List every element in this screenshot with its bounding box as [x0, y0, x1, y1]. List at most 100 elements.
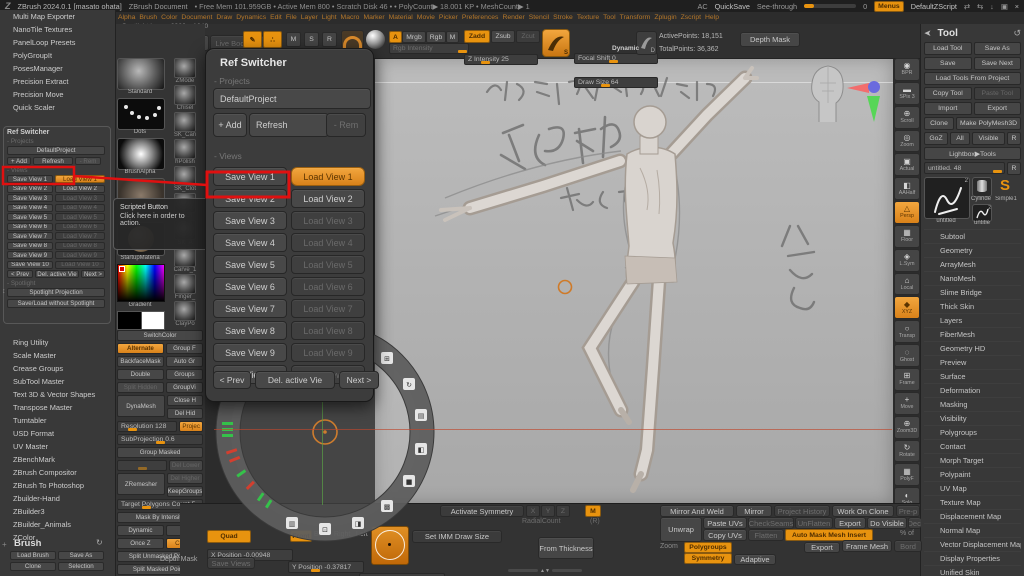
menu-item[interactable]: Color: [161, 14, 177, 21]
goz-r-button[interactable]: R: [1007, 132, 1021, 145]
shelf-tool-button[interactable]: ▦ Floor: [894, 225, 920, 248]
decimate-button[interactable]: Deci: [908, 517, 921, 529]
once-z-button[interactable]: Once Z: [117, 538, 164, 549]
z-intensity-slider[interactable]: Z Intensity 25: [464, 54, 538, 65]
load-view-button[interactable]: Load View 4: [291, 233, 365, 252]
document-canvas[interactable]: ちょっとパースの効いた 決め絵 だとして パース: [375, 58, 893, 505]
zplugin-item[interactable]: PanelLoop Presets: [0, 36, 115, 49]
load-view-button[interactable]: Load View 8: [291, 321, 365, 340]
dynamic-label[interactable]: Dynamic: [612, 45, 639, 52]
save-view-button[interactable]: Save View 1: [213, 167, 287, 186]
shelf-tool-button[interactable]: ↻ Rotate: [894, 440, 920, 463]
zplugin-item[interactable]: ZBrush Compositor: [0, 466, 115, 479]
dynamic-button[interactable]: Dynamic: [117, 525, 164, 536]
tool-section-item[interactable]: Subtool: [924, 229, 1021, 243]
doc-swap-icon[interactable]: ⇆: [977, 2, 983, 11]
save-view-button[interactable]: Save View 8: [213, 321, 287, 340]
next-button[interactable]: Next >: [81, 270, 105, 278]
active-tool-thumb[interactable]: 2: [924, 177, 970, 219]
project-name-button[interactable]: DefaultProject: [7, 146, 105, 155]
save-view-button[interactable]: Save View 5: [213, 255, 287, 274]
flatten-button[interactable]: Flatten: [748, 529, 784, 541]
lightbox-tools-button[interactable]: Lightbox▶Tools: [924, 147, 1021, 160]
load-view-button[interactable]: Load View 4: [55, 204, 105, 212]
tool-section-item[interactable]: Geometry HD: [924, 341, 1021, 355]
goz-visible-button[interactable]: Visible: [972, 132, 1005, 145]
save-view-button[interactable]: Save View 9: [7, 251, 53, 259]
load-view-button[interactable]: Load View 3: [55, 194, 105, 202]
alpha-chip[interactable]: A: [389, 31, 402, 43]
zplugin-item[interactable]: SubTool Master: [0, 375, 115, 388]
alternate-button[interactable]: Alternate: [117, 343, 164, 354]
load-view-button[interactable]: Load View 7: [291, 299, 365, 318]
camera-head-preview[interactable]: [795, 60, 891, 126]
zcut-button[interactable]: Zcut: [516, 30, 540, 43]
tool-section-item[interactable]: Polypaint: [924, 467, 1021, 481]
shelf-tool-button[interactable]: ◎ Zoom: [894, 130, 920, 153]
goz-button[interactable]: GoZ: [924, 132, 948, 145]
zplugin-item[interactable]: Precision Extract: [0, 75, 115, 88]
menu-item[interactable]: Draw: [216, 14, 232, 21]
load-brush-button[interactable]: Load Brush: [10, 551, 56, 560]
close-icon[interactable]: ×: [1015, 2, 1019, 11]
mirror-button[interactable]: Mirror: [736, 505, 772, 517]
save-view-button[interactable]: Save View 3: [7, 194, 53, 202]
brush-thumb-dots[interactable]: [117, 98, 165, 130]
load-view-button[interactable]: Load View 1: [291, 167, 365, 186]
popup-rem-button[interactable]: - Rem: [326, 113, 366, 137]
popup-refresh-button[interactable]: Refresh: [249, 113, 329, 137]
zplugin-item[interactable]: ZBenchMark: [0, 453, 115, 466]
scale-gizmo-button[interactable]: S: [304, 32, 319, 47]
dynamesh-button[interactable]: DynaMesh: [117, 395, 165, 417]
brush-palette-drag-icon[interactable]: +: [2, 540, 7, 549]
load-view-button[interactable]: Load View 5: [291, 255, 365, 274]
resolution-slider[interactable]: Resolution 128: [117, 421, 177, 432]
menu-item[interactable]: Marker: [363, 14, 384, 21]
menu-item[interactable]: Edit: [270, 14, 282, 21]
copy-tool-button[interactable]: Copy Tool: [924, 87, 972, 100]
brush-mini-thumb[interactable]: SK_Can: [167, 112, 203, 138]
restore-icon[interactable]: ▣: [1001, 2, 1008, 11]
shelf-tool-button[interactable]: + Move: [894, 392, 920, 415]
quicksave-button[interactable]: QuickSave: [715, 2, 750, 11]
brush-mini-thumb[interactable]: SK_Clot: [167, 166, 203, 192]
save-view-button[interactable]: Save View 2: [7, 185, 53, 193]
menu-item[interactable]: Zscript: [681, 14, 701, 21]
default-zscript-button[interactable]: DefaultZScript: [911, 2, 957, 11]
menu-item[interactable]: File: [286, 14, 297, 21]
work-on-clone-button[interactable]: Work On Clone: [832, 505, 894, 517]
rgb-intensity-slider[interactable]: Rgb Intensity: [389, 43, 469, 54]
copy-uvs-button[interactable]: Copy UVs: [703, 529, 747, 541]
make-polymesh3d-button[interactable]: Make PolyMesh3D: [956, 117, 1021, 130]
save-view-button[interactable]: Save View 9: [213, 343, 287, 362]
zplugin-item[interactable]: Multi Map Exporter: [0, 10, 115, 23]
clone-tool-button[interactable]: Clone: [924, 117, 954, 130]
shelf-tool-button[interactable]: ◈ L.Sym: [894, 249, 920, 272]
save-view-button[interactable]: Save View 6: [213, 277, 287, 296]
tool-section-item[interactable]: Slime Bridge: [924, 285, 1021, 299]
move-gizmo-button[interactable]: M: [286, 32, 301, 47]
border-button[interactable]: Bord: [894, 540, 922, 552]
popup-add-button[interactable]: + Add: [213, 113, 247, 137]
menu-item[interactable]: Brush: [139, 14, 157, 21]
zplugin-item[interactable]: Transpose Master: [0, 401, 115, 414]
zplugin-item[interactable]: Ring Utility: [0, 336, 115, 349]
zplugin-item[interactable]: Scale Master: [0, 349, 115, 362]
zplugin-item[interactable]: Turntabler: [0, 414, 115, 427]
polygroups-button[interactable]: Polygroups: [684, 542, 732, 553]
load-view-button[interactable]: Load View 6: [291, 277, 365, 296]
shelf-tool-button[interactable]: ◧ AAHalf: [894, 177, 920, 200]
shelf-tool-button[interactable]: △ Persp: [894, 201, 920, 224]
switchcolor-button[interactable]: SwitchColor: [117, 330, 203, 341]
depth-mask-button[interactable]: Depth Mask: [740, 32, 800, 47]
brush-palette-cycle-icon[interactable]: ↻: [96, 538, 103, 547]
brush-mini-thumb[interactable]: Chisel: [167, 85, 203, 111]
load-view-button[interactable]: Load View 10: [55, 261, 105, 269]
shelf-tool-button[interactable]: ⌂ Local: [894, 273, 920, 296]
menu-item[interactable]: Document: [181, 14, 212, 21]
tool-section-item[interactable]: Deformation: [924, 383, 1021, 397]
load-view-button[interactable]: Load View 5: [55, 213, 105, 221]
tool-section-item[interactable]: NanoMesh: [924, 271, 1021, 285]
menu-item[interactable]: Material: [389, 14, 413, 21]
refresh-button[interactable]: Refresh: [33, 157, 73, 165]
